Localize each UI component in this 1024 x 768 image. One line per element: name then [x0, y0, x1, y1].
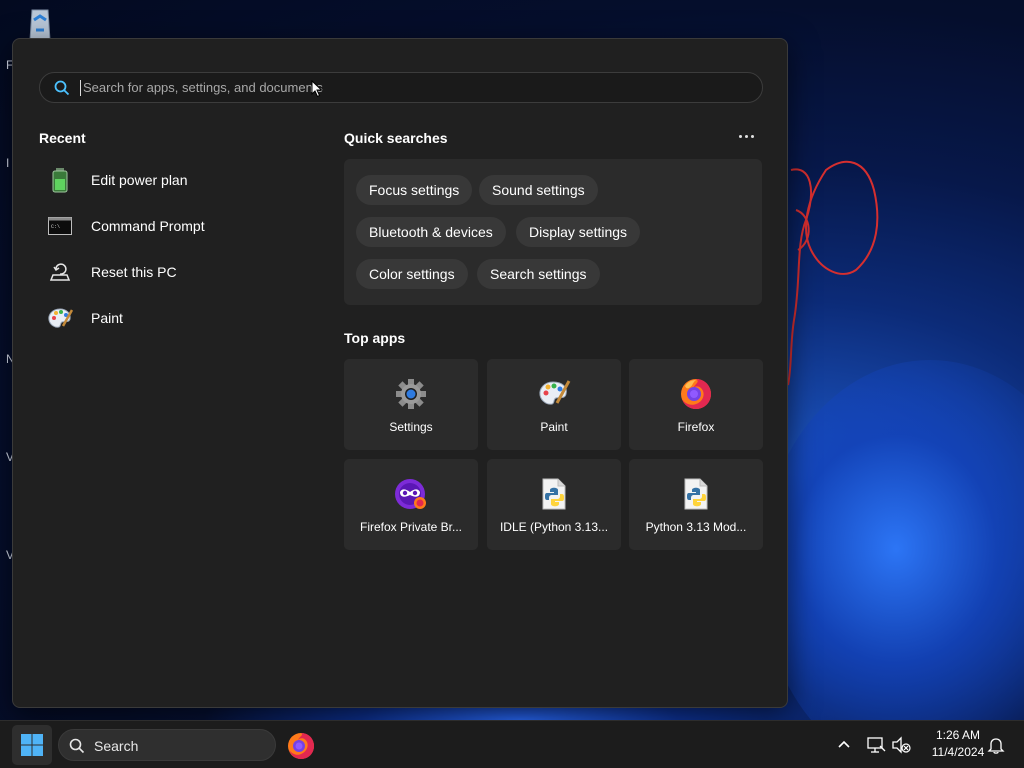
wallpaper-bloom	[760, 360, 1024, 720]
paint-palette-icon	[539, 380, 571, 405]
top-app-label: Python 3.13 Mod...	[645, 520, 747, 534]
recent-item-label: Reset this PC	[91, 264, 177, 280]
quick-search-search-settings[interactable]: Search settings	[477, 259, 600, 289]
mouse-cursor-icon	[311, 80, 323, 98]
svg-text:C:\: C:\	[51, 224, 60, 230]
top-app-label: IDLE (Python 3.13...	[499, 520, 609, 534]
top-app-idle-python[interactable]: IDLE (Python 3.13...	[487, 459, 621, 550]
top-app-label: Paint	[540, 420, 568, 434]
top-app-label: Settings	[389, 420, 433, 434]
recent-item-reset-this-pc[interactable]: Reset this PC	[39, 249, 309, 295]
taskbar: Search 1:26 AM 11/4/2024	[0, 720, 1024, 768]
top-app-settings[interactable]: Settings	[344, 359, 478, 450]
top-app-label: Firefox	[677, 420, 715, 434]
battery-icon	[47, 167, 73, 193]
start-menu: Recent Edit power plan C:\ Command Promp…	[12, 38, 788, 708]
quick-searches-heading: Quick searches	[344, 130, 448, 146]
top-app-label: Firefox Private Br...	[359, 520, 463, 534]
network-icon[interactable]	[866, 735, 886, 755]
top-app-firefox[interactable]: Firefox	[629, 359, 763, 450]
quick-search-color-settings[interactable]: Color settings	[356, 259, 468, 289]
recent-heading: Recent	[39, 130, 86, 146]
top-apps-heading: Top apps	[344, 330, 406, 346]
python-file-icon	[684, 478, 708, 510]
windows-logo-icon	[21, 734, 43, 756]
quick-search-display-settings[interactable]: Display settings	[516, 217, 641, 247]
recent-item-command-prompt[interactable]: C:\ Command Prompt	[39, 203, 309, 249]
recycle-bin-icon[interactable]	[20, 8, 60, 42]
more-options-button[interactable]	[733, 125, 759, 147]
start-button[interactable]	[12, 725, 52, 765]
recent-item-label: Paint	[91, 310, 123, 326]
reset-pc-icon	[47, 259, 73, 285]
taskbar-search-label: Search	[94, 738, 139, 754]
recent-item-edit-power-plan[interactable]: Edit power plan	[39, 157, 309, 203]
paint-palette-icon	[47, 305, 73, 331]
recent-item-label: Command Prompt	[91, 218, 205, 234]
python-file-icon	[542, 478, 566, 510]
quick-search-bluetooth-devices[interactable]: Bluetooth & devices	[356, 217, 506, 247]
firefox-taskbar-icon[interactable]	[286, 729, 316, 761]
recent-item-paint[interactable]: Paint	[39, 295, 309, 341]
red-scribble-drawing	[787, 160, 879, 386]
gear-icon	[396, 379, 426, 409]
top-app-firefox-private[interactable]: Firefox Private Br...	[344, 459, 478, 550]
show-hidden-icons-chevron-icon[interactable]	[834, 734, 854, 754]
recent-list: Edit power plan C:\ Command Prompt Reset…	[39, 157, 309, 341]
top-app-paint[interactable]: Paint	[487, 359, 621, 450]
terminal-icon: C:\	[47, 213, 73, 239]
search-input[interactable]	[80, 80, 740, 96]
quick-searches-panel: Focus settings Sound settings Bluetooth …	[344, 159, 762, 305]
quick-search-focus-settings[interactable]: Focus settings	[356, 175, 473, 205]
top-app-python-module-docs[interactable]: Python 3.13 Mod...	[629, 459, 763, 550]
firefox-icon	[681, 379, 711, 409]
notification-bell-icon[interactable]	[986, 735, 1006, 755]
search-icon	[69, 738, 85, 754]
recent-item-label: Edit power plan	[91, 172, 188, 188]
search-icon	[54, 80, 70, 96]
start-search-box[interactable]	[39, 72, 763, 103]
taskbar-search-box[interactable]: Search	[58, 729, 276, 761]
quick-search-sound-settings[interactable]: Sound settings	[479, 175, 598, 205]
volume-muted-icon[interactable]	[891, 735, 911, 755]
firefox-private-icon	[395, 479, 426, 509]
